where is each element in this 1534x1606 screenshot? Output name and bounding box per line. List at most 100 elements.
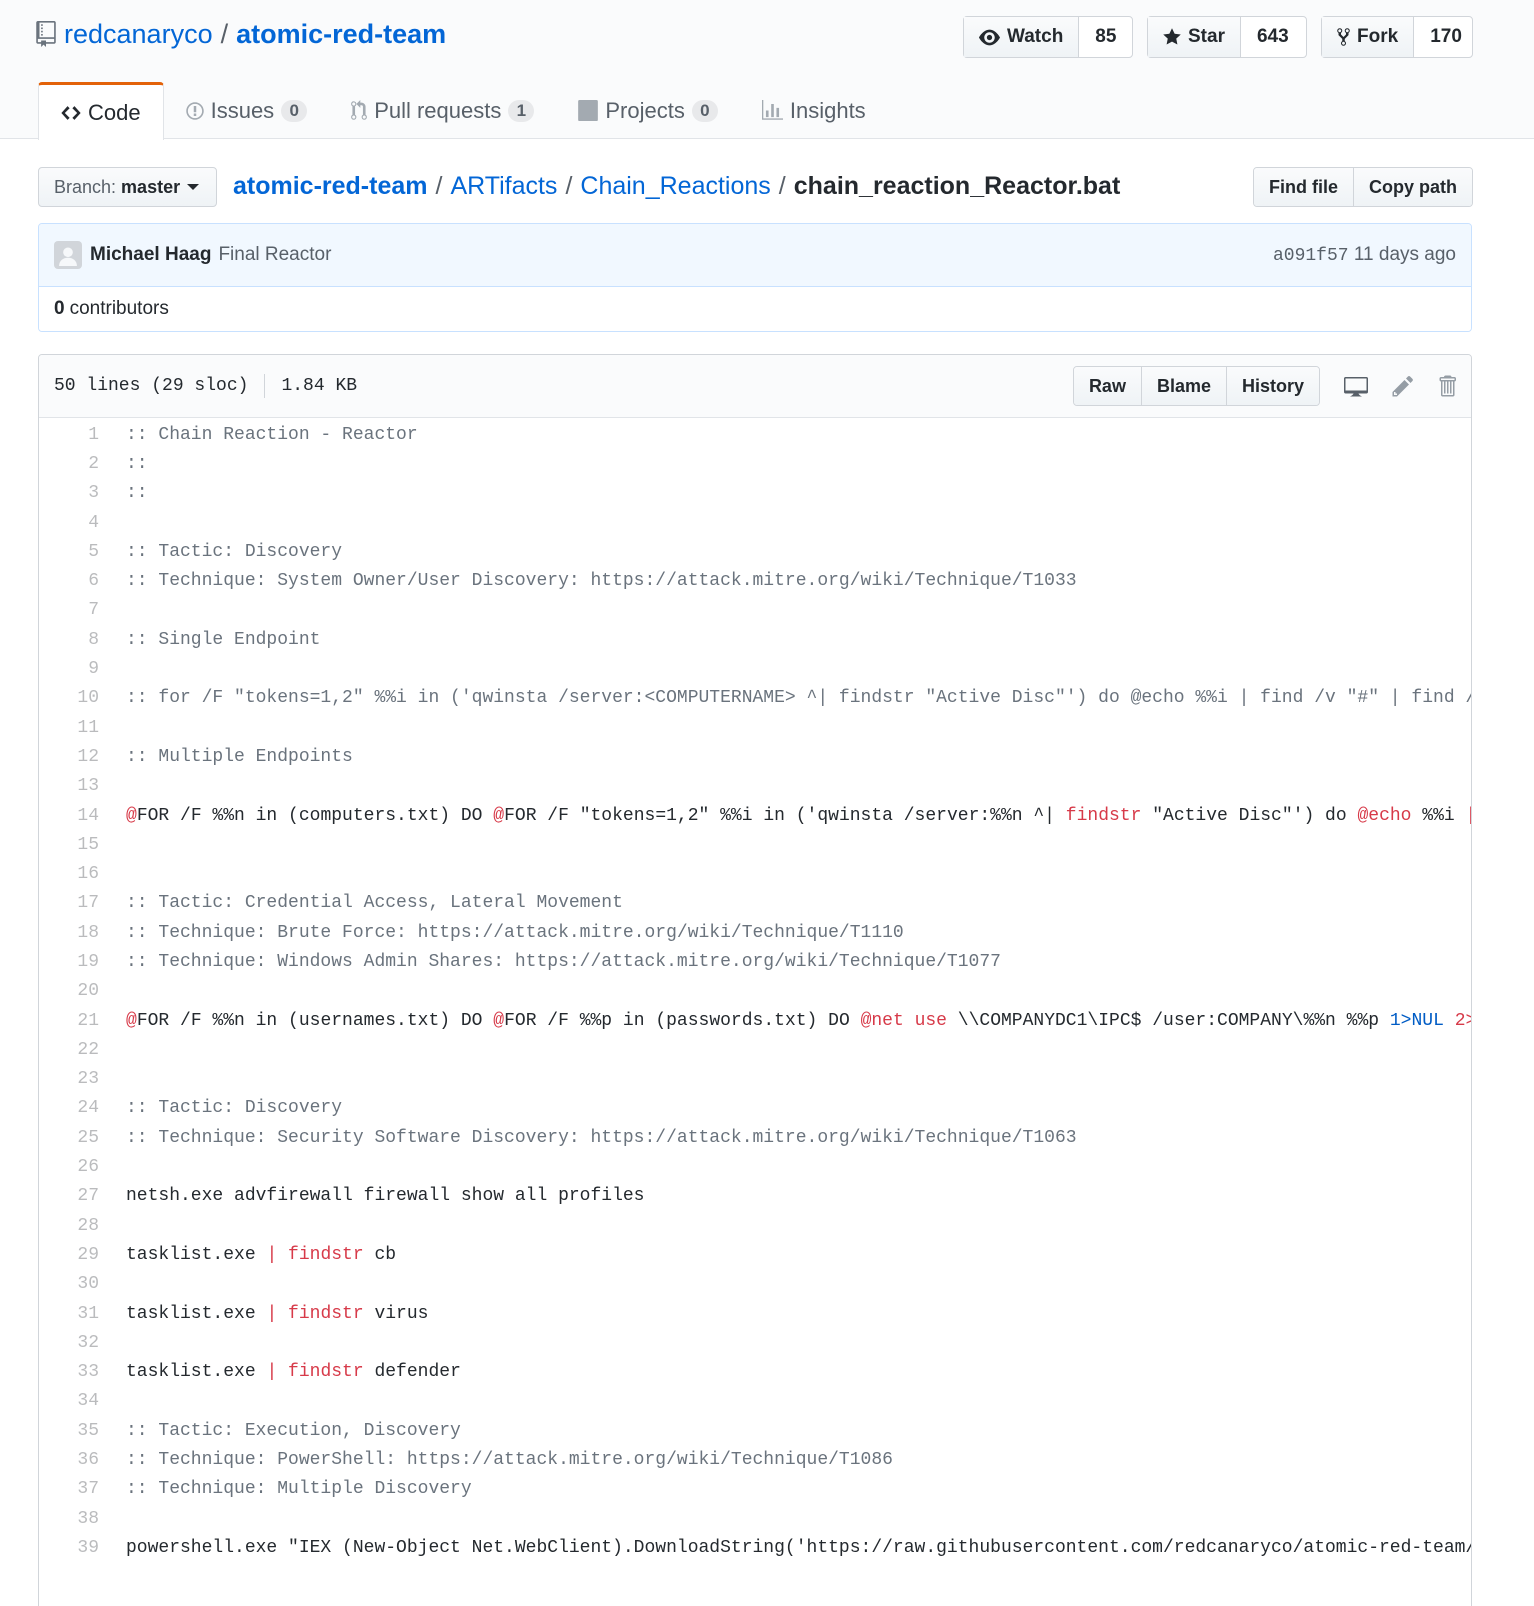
line-number[interactable]: 17	[39, 893, 99, 913]
line-number[interactable]: 20	[39, 981, 99, 1001]
line-number[interactable]: 9	[39, 659, 99, 679]
line-number[interactable]: 8	[39, 630, 99, 650]
avatar[interactable]	[54, 241, 82, 269]
line-number[interactable]: 37	[39, 1479, 99, 1499]
contributors[interactable]: 0 contributors	[39, 287, 1471, 331]
line-number[interactable]: 30	[39, 1274, 99, 1294]
line-number[interactable]: 19	[39, 952, 99, 972]
line-number[interactable]: 29	[39, 1245, 99, 1265]
line-number[interactable]: 15	[39, 835, 99, 855]
line-number[interactable]: 11	[39, 718, 99, 738]
line-content: :: Chain Reaction - Reactor	[99, 425, 1471, 445]
repo-owner-link[interactable]: redcanaryco	[64, 19, 213, 50]
trashcan-icon	[1439, 375, 1456, 397]
breadcrumb-artifacts-link[interactable]: ARTifacts	[450, 172, 557, 201]
line-content: :: Tactic: Credential Access, Lateral Mo…	[99, 893, 1471, 913]
line-number[interactable]: 39	[39, 1538, 99, 1558]
line-number[interactable]: 7	[39, 600, 99, 620]
line-number[interactable]: 23	[39, 1069, 99, 1089]
file-header: 50 lines (29 sloc) 1.84 KB Raw Blame His…	[39, 355, 1471, 418]
code-token: tasklist.exe	[126, 1362, 267, 1383]
commit-age: 11 days ago	[1353, 244, 1456, 265]
line-number[interactable]: 1	[39, 425, 99, 445]
delete-file-button[interactable]	[1438, 374, 1456, 398]
edit-file-button[interactable]	[1392, 374, 1414, 398]
code-line: 3::	[39, 479, 1471, 508]
repo-name-link[interactable]: atomic-red-team	[236, 19, 446, 50]
line-number[interactable]: 25	[39, 1128, 99, 1148]
tab-issues[interactable]: Issues 0	[164, 82, 330, 139]
watch-button[interactable]: Watch	[964, 17, 1080, 57]
line-number[interactable]: 31	[39, 1304, 99, 1324]
line-number[interactable]: 28	[39, 1216, 99, 1236]
star-count[interactable]: 643	[1241, 17, 1305, 57]
line-number[interactable]: 24	[39, 1098, 99, 1118]
code-line: 21 @FOR /F %%n in (usernames.txt) DO @FOR…	[39, 1006, 1471, 1035]
fork-group: Fork 170	[1321, 16, 1473, 58]
star-group: Star 643	[1147, 16, 1307, 58]
line-number[interactable]: 34	[39, 1391, 99, 1411]
tab-insights[interactable]: Insights	[740, 82, 888, 139]
breadcrumb-separator: /	[435, 171, 443, 200]
copy-path-button[interactable]: Copy path	[1353, 168, 1472, 206]
file-size: 1.84 KB	[281, 376, 358, 396]
tab-pull-requests[interactable]: Pull requests 1	[329, 82, 556, 139]
blame-button[interactable]: Blame	[1140, 367, 1226, 405]
line-number[interactable]: 35	[39, 1421, 99, 1441]
star-button[interactable]: Star	[1148, 17, 1241, 57]
line-number[interactable]: 16	[39, 864, 99, 884]
watch-count[interactable]: 85	[1079, 17, 1132, 57]
eye-icon	[979, 29, 1000, 45]
code-token: :: Technique: Security Software Discover…	[126, 1127, 1077, 1148]
branch-select[interactable]: Branch: master	[38, 167, 217, 207]
line-number[interactable]: 3	[39, 483, 99, 503]
find-file-button[interactable]: Find file	[1254, 168, 1353, 206]
raw-button[interactable]: Raw	[1073, 367, 1141, 405]
file-navigation: Find file Copy path	[1253, 167, 1473, 207]
line-number[interactable]: 22	[39, 1040, 99, 1060]
code-line: 29 tasklist.exe | findstr cb	[39, 1240, 1471, 1269]
breadcrumb-chain-reactions-link[interactable]: Chain_Reactions	[580, 172, 770, 201]
line-number[interactable]: 32	[39, 1333, 99, 1353]
line-number[interactable]: 38	[39, 1509, 99, 1529]
line-number[interactable]: 2	[39, 454, 99, 474]
line-number[interactable]: 5	[39, 542, 99, 562]
line-number[interactable]: 18	[39, 923, 99, 943]
commit-sha[interactable]: a091f57	[1273, 246, 1349, 266]
code-line: 2::	[39, 449, 1471, 478]
code-token: tasklist.exe	[126, 1303, 267, 1324]
line-number[interactable]: 27	[39, 1186, 99, 1206]
line-number[interactable]: 21	[39, 1011, 99, 1031]
commit-meta: a091f57 11 days ago	[1273, 244, 1456, 266]
line-number[interactable]: 13	[39, 776, 99, 796]
commit-author[interactable]: Michael Haag	[90, 244, 211, 266]
line-number[interactable]: 36	[39, 1450, 99, 1470]
code-token: virus	[363, 1303, 429, 1324]
line-number[interactable]: 6	[39, 571, 99, 591]
tab-projects[interactable]: Projects 0	[556, 82, 739, 139]
line-number[interactable]: 4	[39, 513, 99, 533]
fork-count[interactable]: 170	[1414, 17, 1478, 57]
line-number[interactable]: 14	[39, 806, 99, 826]
issue-icon	[185, 101, 204, 120]
tab-code[interactable]: Code	[38, 82, 164, 140]
code-line: 14 @FOR /F %%n in (computers.txt) DO @FOR…	[39, 801, 1471, 830]
breadcrumb-repo-link[interactable]: atomic-red-team	[233, 172, 428, 201]
line-content: :: Technique: Multiple Discovery	[99, 1479, 1471, 1499]
code-token: :: Technique: PowerShell: https://attack…	[126, 1450, 893, 1471]
fork-button[interactable]: Fork	[1322, 17, 1415, 57]
line-number[interactable]: 26	[39, 1157, 99, 1177]
code-line: 1:: Chain Reaction - Reactor	[39, 420, 1471, 449]
line-number[interactable]: 10	[39, 688, 99, 708]
history-button[interactable]: History	[1225, 367, 1319, 405]
code-line: 15	[39, 830, 1471, 859]
commit-message[interactable]: Final Reactor	[218, 244, 331, 266]
line-number[interactable]: 12	[39, 747, 99, 767]
code-token: @	[493, 805, 505, 826]
code-token: cb	[363, 1244, 397, 1265]
code-token: :: Technique: Multiple Discovery	[126, 1479, 472, 1500]
line-content: @FOR /F %%n in (computers.txt) DO @FOR /…	[99, 806, 1471, 826]
open-desktop-button[interactable]	[1344, 374, 1368, 398]
line-number[interactable]: 33	[39, 1362, 99, 1382]
code-line: 36:: Technique: PowerShell: https://atta…	[39, 1445, 1471, 1474]
